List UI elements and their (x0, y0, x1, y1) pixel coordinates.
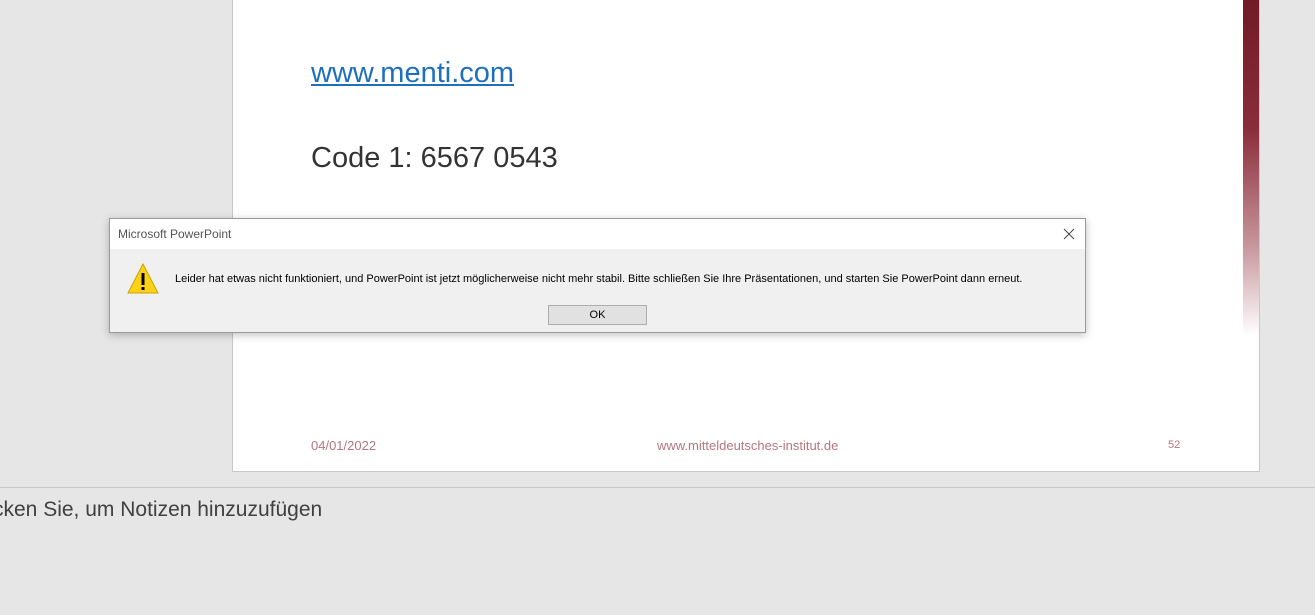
notes-pane[interactable]: cken Sie, um Notizen hinzuzufügen (0, 488, 1315, 615)
footer-page-number: 52 (1168, 439, 1181, 451)
menti-code-text: Code 1: 6567 0543 (311, 142, 558, 174)
close-icon[interactable] (1059, 224, 1079, 244)
warning-icon (126, 262, 160, 296)
footer-date: 04/01/2022 (311, 438, 377, 453)
slide-title-partial: Feedback (311, 0, 505, 5)
footer-url: www.mitteldeutsches-institut.de (657, 438, 839, 453)
slide-accent-bar (1243, 0, 1259, 336)
dialog-message: Leider hat etwas nicht funktioniert, und… (175, 273, 1023, 285)
ok-button[interactable]: OK (548, 305, 647, 325)
dialog-title: Microsoft PowerPoint (118, 227, 232, 241)
error-dialog: Microsoft PowerPoint Leider hat etwas ni… (109, 218, 1086, 333)
dialog-titlebar[interactable]: Microsoft PowerPoint (110, 219, 1085, 249)
menti-link[interactable]: www.menti.com (311, 57, 514, 90)
notes-placeholder: cken Sie, um Notizen hinzuzufügen (0, 498, 323, 521)
